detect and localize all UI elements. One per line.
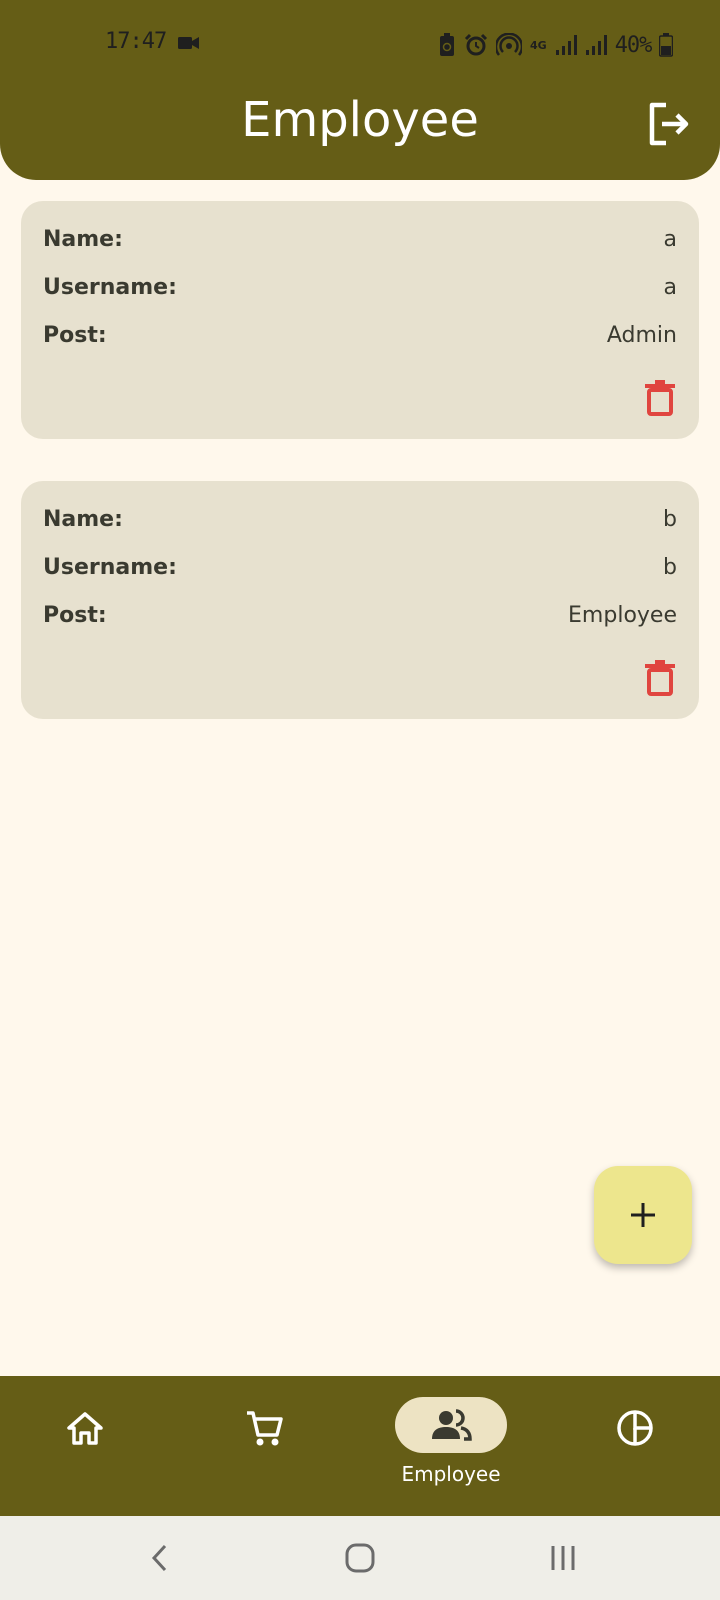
plus-icon xyxy=(631,1203,655,1227)
username-value: a xyxy=(663,274,677,300)
post-row: Post: Admin xyxy=(43,317,677,353)
cart-icon xyxy=(247,1411,283,1446)
video-camera-icon xyxy=(178,37,199,49)
logout-button[interactable] xyxy=(644,98,694,150)
battery-icon xyxy=(659,33,674,57)
battery-saver-icon xyxy=(440,33,454,56)
network-type: 4G xyxy=(530,38,547,52)
nav-label-employee: Employee xyxy=(401,1462,501,1486)
app-root: 17:47 4G 40% Employee Name: a Username: … xyxy=(0,0,720,1600)
hotspot-icon xyxy=(496,33,522,56)
system-home-button[interactable] xyxy=(338,1538,382,1578)
system-back-button[interactable] xyxy=(138,1538,182,1578)
back-icon xyxy=(151,1544,167,1572)
username-row: Username: b xyxy=(43,549,677,585)
system-recents-button[interactable] xyxy=(541,1538,585,1578)
name-label: Name: xyxy=(43,506,123,532)
username-label: Username: xyxy=(43,274,177,300)
name-value: b xyxy=(663,506,677,532)
logout-icon xyxy=(649,102,689,146)
home-icon xyxy=(67,1412,103,1445)
pie-chart-icon xyxy=(617,1410,653,1446)
post-value: Admin xyxy=(606,322,677,348)
username-label: Username: xyxy=(43,554,177,580)
signal-icon xyxy=(555,35,577,55)
trash-icon xyxy=(645,380,675,416)
delete-employee-button[interactable] xyxy=(639,657,681,699)
people-icon xyxy=(432,1409,472,1441)
signal-icon-2 xyxy=(585,35,607,55)
nav-item-employee[interactable]: Employee xyxy=(380,1376,522,1516)
battery-percent: 40% xyxy=(614,32,653,58)
nav-item-cart[interactable] xyxy=(220,1376,310,1516)
name-row: Name: b xyxy=(43,501,677,537)
nav-item-reports[interactable] xyxy=(590,1376,680,1516)
add-employee-button[interactable] xyxy=(594,1166,692,1264)
system-navigation-bar xyxy=(0,1516,720,1600)
employee-card: Name: b Username: b Post: Employee xyxy=(21,481,699,719)
home-circle-icon xyxy=(345,1543,375,1573)
bottom-navigation: Employee xyxy=(0,1376,720,1516)
post-row: Post: Employee xyxy=(43,597,677,633)
delete-employee-button[interactable] xyxy=(639,377,681,419)
status-time: 17:47 xyxy=(105,29,167,54)
page-title: Employee xyxy=(241,92,479,148)
alarm-icon xyxy=(464,33,488,56)
trash-icon xyxy=(645,660,675,696)
nav-item-home[interactable] xyxy=(40,1376,130,1516)
post-label: Post: xyxy=(43,602,107,628)
username-row: Username: a xyxy=(43,269,677,305)
post-value: Employee xyxy=(568,602,677,628)
name-row: Name: a xyxy=(43,221,677,257)
recents-icon xyxy=(551,1546,575,1570)
app-header: 17:47 4G 40% Employee xyxy=(0,0,720,180)
status-bar: 17:47 4G 40% xyxy=(0,26,720,62)
name-label: Name: xyxy=(43,226,123,252)
employee-card: Name: a Username: a Post: Admin xyxy=(21,201,699,439)
status-icons: 4G 40% xyxy=(438,30,674,60)
post-label: Post: xyxy=(43,322,107,348)
username-value: b xyxy=(663,554,677,580)
name-value: a xyxy=(663,226,677,252)
